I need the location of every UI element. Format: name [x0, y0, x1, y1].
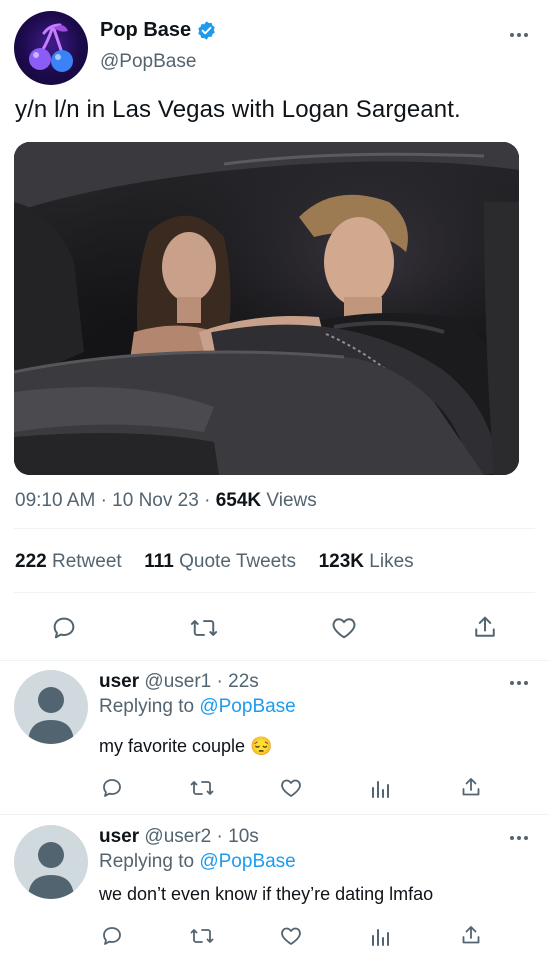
replying-to-line: Replying to @PopBase — [99, 851, 296, 873]
replying-label: Replying to — [99, 851, 195, 872]
share-icon[interactable] — [459, 775, 483, 799]
likes-label: Likes — [369, 551, 414, 572]
meta-separator: · — [204, 490, 216, 511]
default-user-icon — [28, 842, 74, 899]
reply-icon[interactable] — [50, 614, 78, 642]
reply-author-name[interactable]: user — [99, 826, 139, 847]
tweet-time[interactable]: 09:10 AM — [15, 490, 95, 511]
tweet-stats: 222 Retweet 111 Quote Tweets 123K Likes — [15, 551, 414, 573]
tweet-date[interactable]: 10 Nov 23 — [112, 490, 199, 511]
cherry-logo-icon — [29, 23, 73, 72]
reply-avatar[interactable] — [14, 670, 88, 744]
divider — [14, 592, 535, 593]
divider — [14, 528, 535, 529]
reply-text: we don’t even know if they’re dating lmf… — [99, 884, 434, 904]
quotes-count: 111 — [144, 551, 174, 572]
verified-badge-icon — [196, 20, 217, 41]
reply-time[interactable]: 10s — [228, 826, 259, 847]
reply-avatar[interactable] — [14, 825, 88, 899]
analytics-icon[interactable] — [370, 925, 392, 947]
divider — [0, 660, 549, 661]
like-icon[interactable] — [330, 614, 358, 642]
reply-author-handle[interactable]: @user2 — [144, 826, 211, 847]
share-icon[interactable] — [471, 613, 499, 641]
retweets-count: 222 — [15, 551, 47, 572]
retweets-label: Retweet — [51, 551, 122, 572]
tweet-meta: 09:10 AM · 10 Nov 23 · 654K Views — [15, 490, 317, 512]
reply-time[interactable]: 22s — [228, 671, 259, 692]
meta-separator: · — [211, 826, 229, 847]
quotes-label: Quote Tweets — [179, 551, 297, 572]
replying-to-link[interactable]: @PopBase — [199, 851, 295, 872]
likes-count: 123K — [318, 551, 365, 572]
tweet-text: y/n l/n in Las Vegas with Logan Sargeant… — [15, 96, 461, 123]
views-count: 654K — [215, 490, 262, 511]
retweet-icon[interactable] — [189, 776, 215, 800]
views-label: Views — [266, 490, 317, 511]
likes-stat[interactable]: 123K Likes — [319, 551, 414, 572]
tweet-author[interactable]: Pop Base — [100, 19, 217, 42]
reply-author-handle[interactable]: @user1 — [144, 671, 211, 692]
more-icon[interactable] — [509, 834, 529, 842]
more-icon[interactable] — [509, 31, 529, 39]
like-icon[interactable] — [279, 924, 303, 948]
reply-header: user @user1 · 22s — [99, 671, 259, 693]
quotes-stat[interactable]: 111 Quote Tweets — [144, 551, 296, 572]
reply-icon[interactable] — [100, 776, 124, 800]
author-name: Pop Base — [100, 19, 192, 41]
retweet-icon[interactable] — [189, 614, 219, 642]
retweet-icon[interactable] — [189, 924, 215, 948]
more-icon[interactable] — [509, 679, 529, 687]
divider — [0, 814, 549, 815]
share-icon[interactable] — [459, 923, 483, 947]
retweets-stat[interactable]: 222 Retweet — [15, 551, 122, 572]
meta-separator: · — [100, 490, 113, 511]
reply-author-name[interactable]: user — [99, 671, 139, 692]
replying-to-link[interactable]: @PopBase — [199, 696, 295, 717]
meta-separator: · — [211, 671, 229, 692]
replying-to-line: Replying to @PopBase — [99, 696, 296, 718]
default-user-icon — [28, 687, 74, 744]
popbase-avatar[interactable] — [14, 11, 88, 85]
analytics-icon[interactable] — [370, 777, 392, 799]
author-handle: @PopBase — [100, 51, 197, 72]
photo-illustration — [14, 142, 519, 475]
tweet-photo[interactable] — [14, 142, 519, 475]
like-icon[interactable] — [279, 776, 303, 800]
reply-header: user @user2 · 10s — [99, 826, 259, 848]
replying-label: Replying to — [99, 696, 195, 717]
reply-text: my favorite couple 😔 — [99, 736, 273, 756]
reply-icon[interactable] — [100, 924, 124, 948]
